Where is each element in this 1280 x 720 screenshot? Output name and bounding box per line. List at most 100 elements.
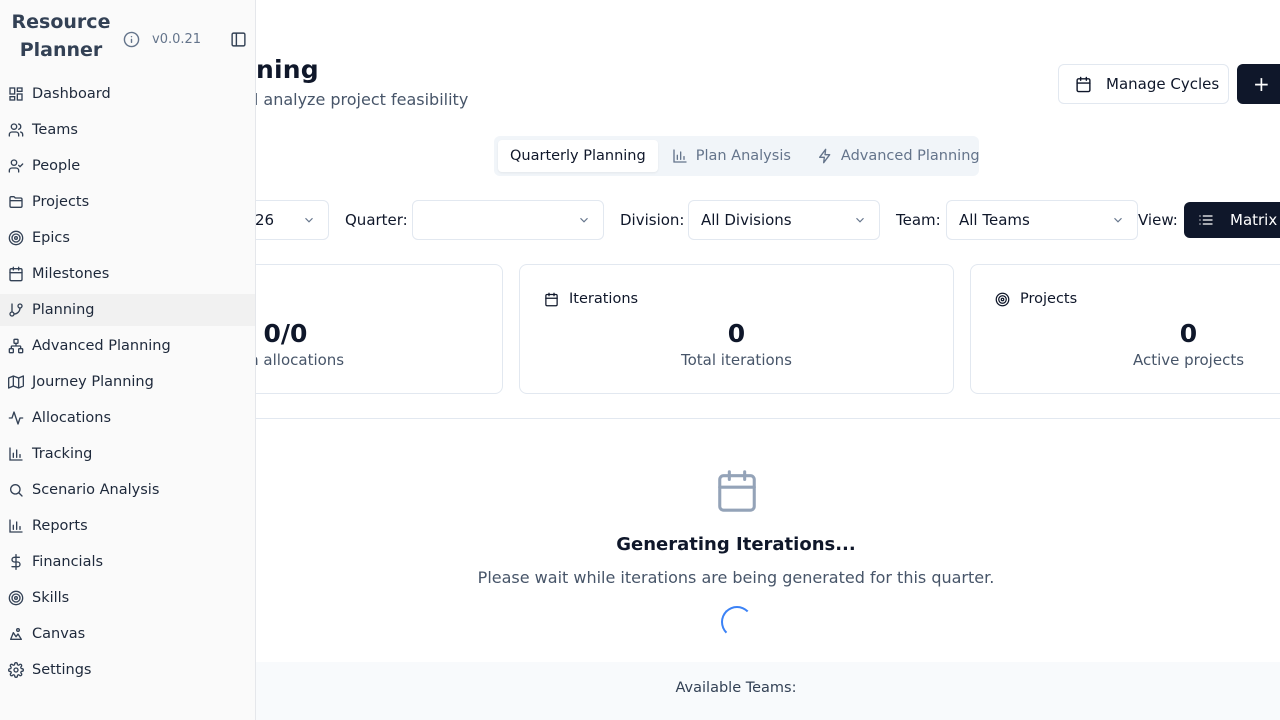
sidebar-nav: Dashboard Teams People Projects Epics Mi…	[0, 78, 255, 690]
sidebar-item-label: Advanced Planning	[32, 338, 171, 354]
status-message: Please wait while iterations are being g…	[477, 568, 995, 587]
info-icon[interactable]	[123, 31, 140, 48]
sidebar-item-label: Journey Planning	[32, 374, 154, 390]
brand-line-2: Planner	[19, 39, 103, 61]
chevron-down-icon	[580, 217, 588, 223]
bar-chart-icon	[8, 446, 24, 462]
division-select[interactable]: All Divisions	[688, 200, 880, 240]
target-icon	[8, 230, 24, 246]
canvas-icon	[8, 626, 24, 642]
team-select-value: All Teams	[959, 211, 1030, 229]
card-subtitle: Active projects	[1132, 351, 1245, 369]
tab-plan-analysis[interactable]: Plan Analysis	[660, 140, 803, 172]
tab-quarterly-planning[interactable]: Quarterly Planning	[498, 140, 658, 172]
sidebar-item-planning[interactable]: Planning	[0, 294, 255, 326]
sidebar: Resource Planner v0.0.21 Dashboard Teams…	[0, 0, 256, 720]
chevron-down-icon	[305, 217, 313, 223]
sidebar-item-financials[interactable]: Financials	[0, 546, 255, 578]
sidebar-item-canvas[interactable]: Canvas	[0, 618, 255, 650]
plus-icon: +	[1253, 72, 1270, 96]
sidebar-item-settings[interactable]: Settings	[0, 654, 255, 686]
sidebar-item-milestones[interactable]: Milestones	[0, 258, 255, 290]
planning-tabs: Quarterly Planning Plan Analysis Advance…	[494, 136, 980, 176]
view-label: View:	[1138, 211, 1178, 229]
sidebar-item-tracking[interactable]: Tracking	[0, 438, 255, 470]
activity-icon	[8, 410, 24, 426]
division-select-value: All Divisions	[701, 211, 792, 229]
sidebar-item-label: Dashboard	[32, 86, 111, 102]
card-title: Iterations	[569, 291, 639, 307]
sidebar-toggle-icon[interactable]	[230, 31, 247, 48]
chevron-down-icon	[856, 217, 864, 223]
sidebar-item-label: Canvas	[32, 626, 86, 642]
sidebar-item-label: Milestones	[32, 266, 110, 282]
sidebar-item-skills[interactable]: Skills	[0, 582, 255, 614]
card-value: 0	[1179, 319, 1198, 348]
sidebar-item-epics[interactable]: Epics	[0, 222, 255, 254]
app-brand: Resource Planner	[8, 8, 114, 64]
team-select[interactable]: All Teams	[946, 200, 1138, 240]
dollar-icon	[8, 554, 24, 570]
dashboard-icon	[8, 86, 24, 102]
card-header: Projects	[995, 291, 1077, 307]
user-check-icon	[8, 158, 24, 174]
view-matrix-button[interactable]: Matrix	[1184, 202, 1280, 238]
sidebar-item-label: Teams	[32, 122, 78, 138]
section-divider	[256, 418, 1280, 419]
page-subtitle: nd analyze project feasibility	[238, 90, 469, 109]
git-branch-icon	[8, 302, 24, 318]
calendar-icon	[1076, 76, 1091, 92]
card-value: 0	[727, 319, 746, 348]
view-value: Matrix	[1230, 211, 1278, 229]
bar-chart-icon	[8, 518, 24, 534]
sidebar-item-label: Tracking	[32, 446, 93, 462]
manage-cycles-label: Manage Cycles	[1106, 75, 1220, 93]
manage-cycles-button[interactable]: Manage Cycles	[1058, 64, 1229, 104]
sidebar-item-advanced-planning[interactable]: Advanced Planning	[0, 330, 255, 362]
tab-label: Plan Analysis	[695, 148, 791, 164]
loading-spinner	[721, 606, 753, 638]
add-button[interactable]: +	[1237, 64, 1280, 104]
sidebar-item-label: Allocations	[32, 410, 112, 426]
stat-card-iterations: Iterations 0 Total iterations	[519, 264, 954, 394]
quarter-select[interactable]	[412, 200, 604, 240]
folder-icon	[8, 194, 24, 210]
card-title: Projects	[1020, 291, 1078, 307]
target-icon	[995, 292, 1010, 306]
available-teams-label: Available Teams:	[675, 680, 797, 696]
list-icon	[1199, 215, 1213, 225]
sidebar-item-projects[interactable]: Projects	[0, 186, 255, 218]
map-icon	[8, 374, 24, 390]
zap-icon	[818, 148, 831, 164]
sidebar-item-label: Projects	[32, 194, 90, 210]
sidebar-item-reports[interactable]: Reports	[0, 510, 255, 542]
sidebar-item-label: Epics	[32, 230, 70, 246]
sidebar-item-label: Skills	[32, 590, 70, 606]
calendar-icon	[8, 266, 24, 282]
sidebar-item-allocations[interactable]: Allocations	[0, 402, 255, 434]
card-subtitle: Total iterations	[681, 351, 792, 369]
team-label: Team:	[896, 211, 941, 229]
sidebar-item-scenario-analysis[interactable]: Scenario Analysis	[0, 474, 255, 506]
calendar-icon	[718, 470, 756, 512]
division-label: Division:	[620, 211, 685, 229]
users-icon	[8, 122, 24, 138]
tab-advanced-planning[interactable]: Advanced Planning	[805, 140, 992, 172]
sidebar-item-dashboard[interactable]: Dashboard	[0, 78, 255, 110]
quarter-label: Quarter:	[345, 211, 408, 229]
sidebar-item-people[interactable]: People	[0, 150, 255, 182]
tab-label: Quarterly Planning	[510, 148, 646, 164]
stat-card-projects: Projects 0 Active projects	[970, 264, 1280, 394]
sidebar-item-label: Reports	[32, 518, 88, 534]
sidebar-item-label: Settings	[32, 662, 92, 678]
calendar-icon	[545, 292, 558, 306]
search-icon	[8, 482, 24, 498]
brand-line-1: Resource	[11, 11, 111, 33]
sidebar-item-journey-planning[interactable]: Journey Planning	[0, 366, 255, 398]
card-header: Iterations	[544, 291, 638, 307]
bar-chart-icon	[673, 149, 687, 163]
sidebar-item-teams[interactable]: Teams	[0, 114, 255, 146]
app-version: v0.0.21	[152, 32, 202, 47]
sidebar-item-label: Financials	[32, 554, 104, 570]
sidebar-item-label: People	[32, 158, 81, 174]
